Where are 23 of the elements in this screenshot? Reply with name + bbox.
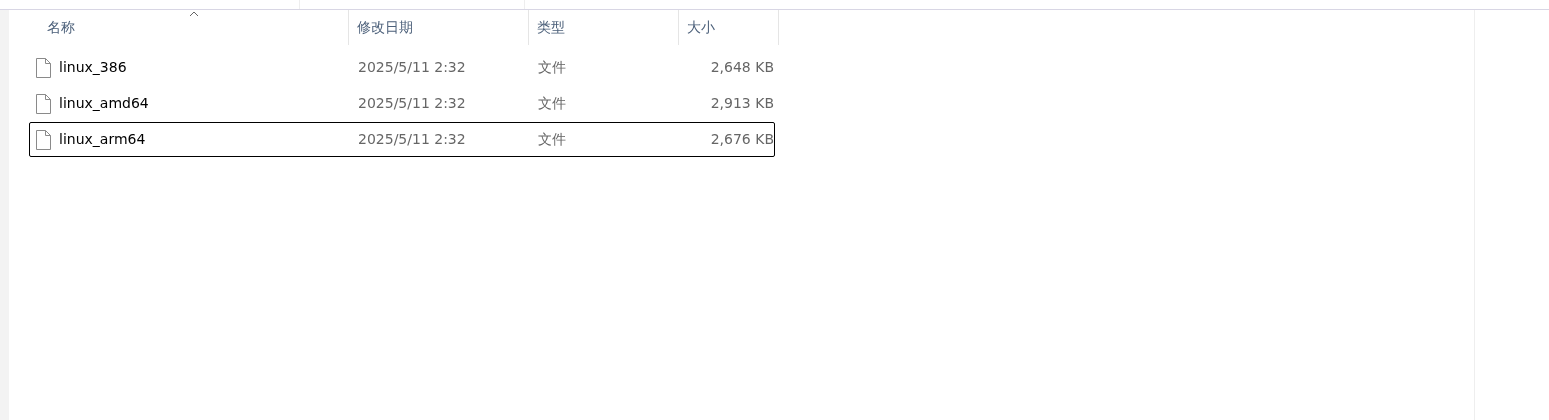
file-name: linux_386 — [59, 58, 127, 77]
column-header[interactable]: 类型 — [529, 10, 679, 45]
file-row[interactable]: linux_amd64 2025/5/11 2:32 文件 2,913 KB — [29, 86, 775, 121]
file-name: linux_arm64 — [59, 130, 146, 149]
file-size: 2,676 KB — [709, 130, 774, 149]
file-icon — [35, 129, 51, 150]
file-size: 2,913 KB — [709, 94, 774, 113]
file-icon — [35, 57, 51, 78]
column-header[interactable]: 名称 — [29, 10, 349, 45]
modified-date: 2025/5/11 2:32 — [357, 130, 467, 149]
modified-date: 2025/5/11 2:32 — [357, 94, 467, 113]
file-row[interactable]: linux_386 2025/5/11 2:32 文件 2,648 KB — [29, 50, 775, 85]
file-size: 2,648 KB — [709, 58, 774, 77]
file-type: 文件 — [537, 130, 567, 149]
file-name: linux_amd64 — [59, 94, 149, 113]
file-type: 文件 — [537, 58, 567, 77]
column-header[interactable]: 大小 — [679, 10, 779, 45]
file-row[interactable]: linux_arm64 2025/5/11 2:32 文件 2,676 KB — [29, 122, 775, 157]
column-header[interactable]: 修改日期 — [349, 10, 529, 45]
modified-date: 2025/5/11 2:32 — [357, 58, 467, 77]
sort-caret-icon — [188, 11, 199, 17]
file-type: 文件 — [537, 94, 567, 113]
file-icon — [35, 93, 51, 114]
